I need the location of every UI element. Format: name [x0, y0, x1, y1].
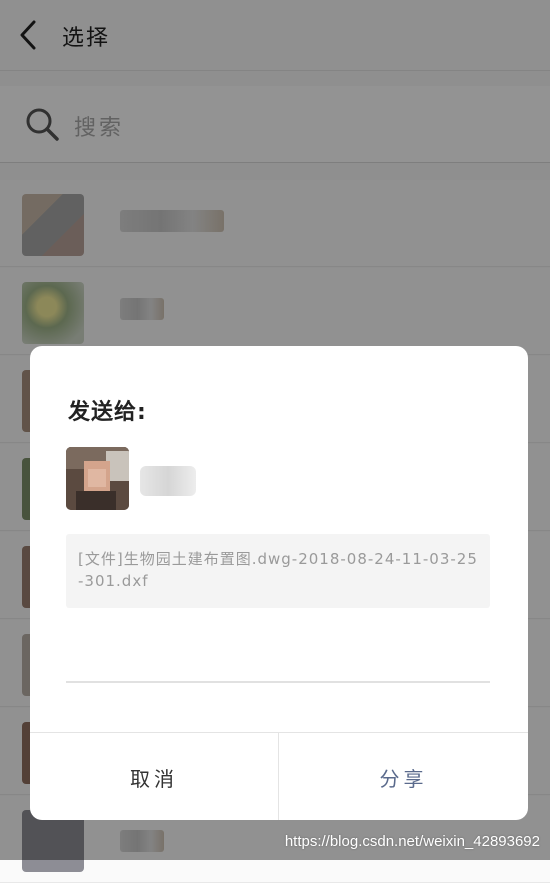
message-preview: [文件]生物园土建布置图.dwg-2018-08-24-11-03-25-301…	[66, 534, 490, 608]
dialog-title: 发送给:	[68, 400, 147, 425]
share-dialog: 发送给: [文件]生物园土建布置图.dwg-2018-08-24-11-03-2…	[30, 346, 528, 820]
share-button[interactable]: 分享	[279, 733, 528, 820]
message-input[interactable]	[66, 681, 490, 683]
avatar-photo-icon	[66, 447, 129, 510]
recipient-avatar	[66, 447, 129, 510]
dialog-button-row: 取消 分享	[30, 732, 528, 820]
recipient-name-blurred	[140, 466, 196, 496]
file-message-text: [文件]生物园土建布置图.dwg-2018-08-24-11-03-25-301…	[78, 550, 478, 590]
watermark-text: https://blog.csdn.net/weixin_42893692	[284, 833, 540, 850]
cancel-button[interactable]: 取消	[30, 733, 279, 820]
